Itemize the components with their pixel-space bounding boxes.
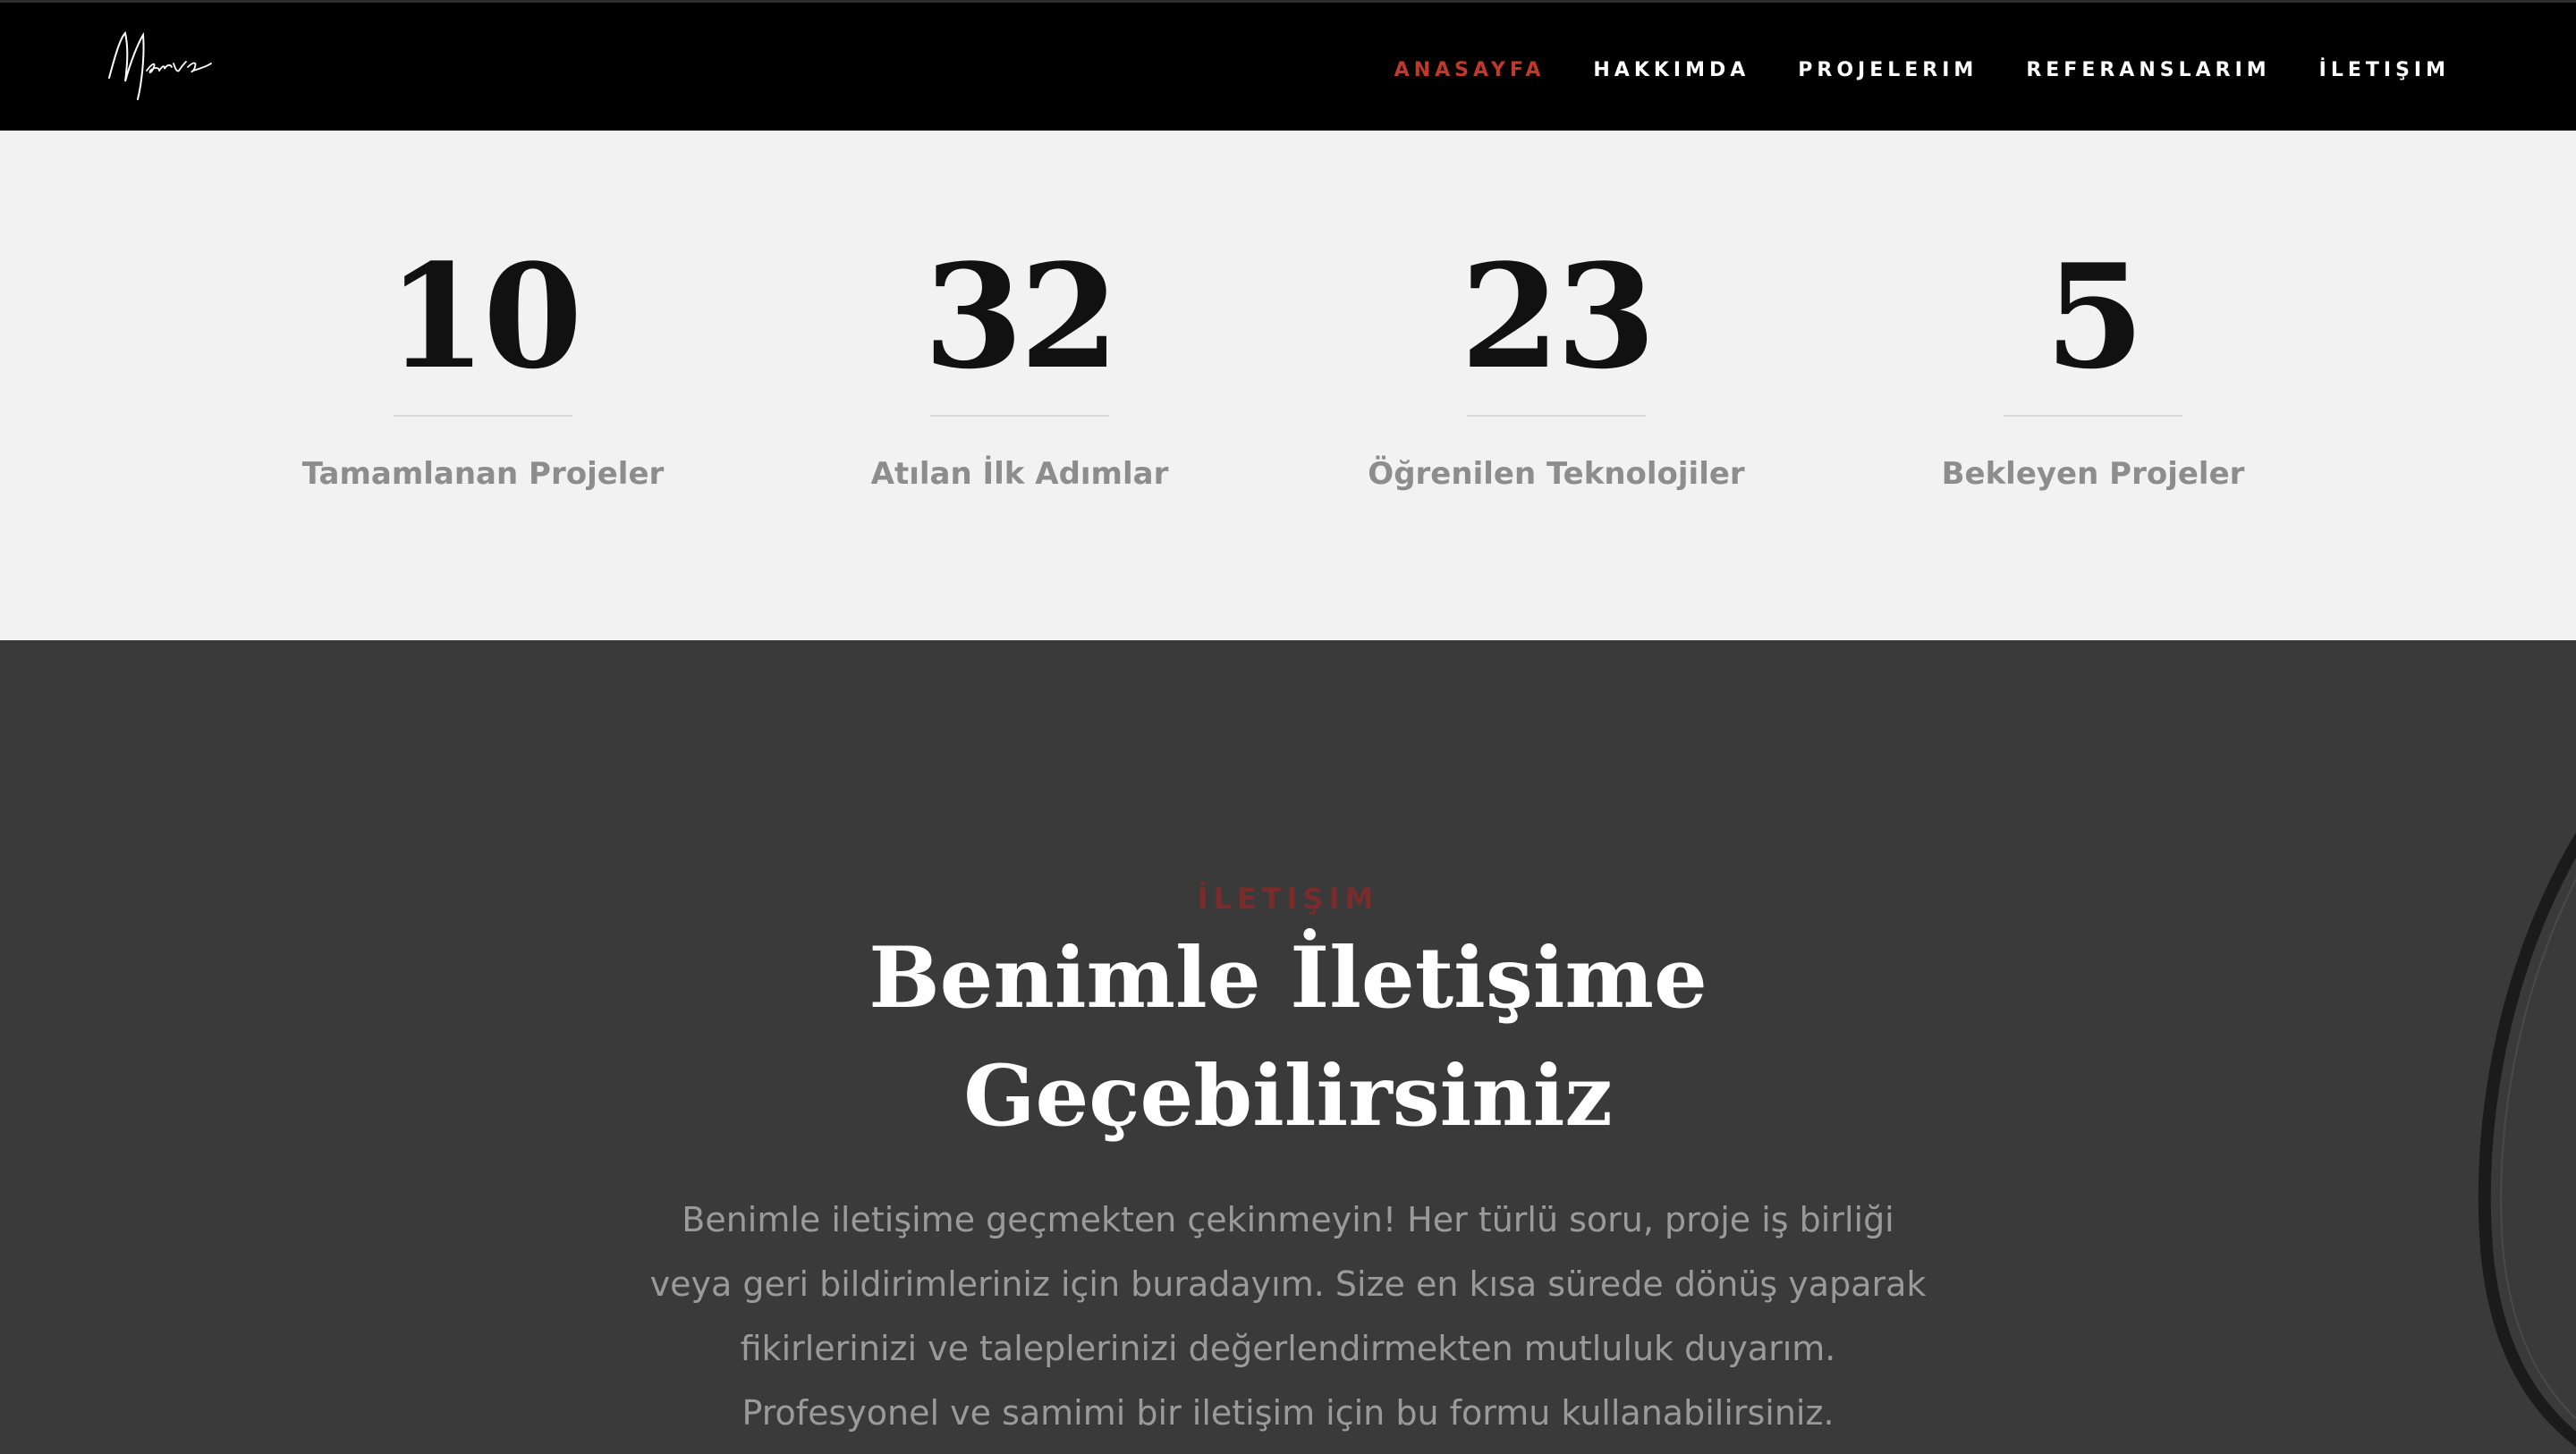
- nav-item-hakkimda[interactable]: HAKKIMDA: [1593, 59, 1750, 81]
- main-nav: ANASAYFA HAKKIMDA PROJELERIM REFERANSLAR…: [1394, 3, 2450, 133]
- logo-signature-icon: [108, 31, 212, 100]
- nav-item-anasayfa[interactable]: ANASAYFA: [1394, 59, 1546, 81]
- description-line: Profesyonel ve samimi bir iletişim için …: [741, 1393, 1835, 1433]
- nav-item-referanslarim[interactable]: REFERANSLARIM: [2026, 59, 2270, 81]
- logo[interactable]: [106, 22, 222, 105]
- contact-section: İLETIŞIM Benimle İletişime Geçebilirsini…: [0, 640, 2576, 1454]
- section-eyebrow: İLETIŞIM: [1197, 882, 1379, 916]
- stat-divider: [394, 415, 572, 417]
- stat-number: 32: [923, 232, 1120, 401]
- description-line: fikirlerinizi ve taleplerinizi değerlend…: [740, 1329, 1836, 1368]
- stat-label: Öğrenilen Teknolojiler: [1368, 456, 1745, 492]
- nav-item-projelerim[interactable]: PROJELERIM: [1798, 59, 1978, 81]
- stat-label: Bekleyen Projeler: [1941, 456, 2245, 492]
- stat-label: Tamamlanan Projeler: [301, 456, 665, 492]
- stat-divider: [930, 415, 1109, 417]
- nav-item-iletisim[interactable]: İLETIŞIM: [2319, 59, 2450, 81]
- stat-number: 5: [2045, 232, 2144, 401]
- stat-number: 23: [1460, 232, 1657, 401]
- stat-divider: [1467, 415, 1646, 417]
- navbar: ANASAYFA HAKKIMDA PROJELERIM REFERANSLAR…: [0, 0, 2576, 131]
- stats-section: 10 Tamamlanan Projeler 32 Atılan İlk Adı…: [0, 131, 2576, 640]
- description-line: Benimle iletişime geçmekten çekinmeyin! …: [682, 1200, 1894, 1239]
- description-line: veya geri bildirimleriniz için buradayım…: [649, 1264, 1927, 1304]
- contact-description: Benimle iletişime geçmekten çekinmeyin! …: [572, 1188, 2004, 1445]
- contact-heading-line: Benimle İletişime: [869, 929, 1707, 1027]
- stat-label: Atılan İlk Adımlar: [870, 456, 1169, 492]
- stat-divider: [2004, 415, 2182, 417]
- contact-heading-line: Geçebilirsiniz: [963, 1047, 1613, 1145]
- contact-heading: Benimle İletişime Geçebilirsiniz: [0, 919, 2576, 1155]
- stat-number: 10: [386, 232, 583, 401]
